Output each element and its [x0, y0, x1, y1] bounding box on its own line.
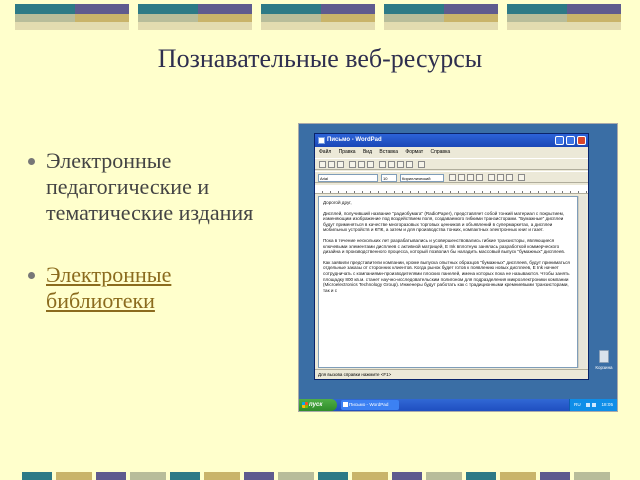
bullet-text: Электронные педагогические и тематически…: [46, 148, 254, 225]
menu-item-file[interactable]: Файл: [319, 149, 331, 155]
taskbar-button-label: Письмо - WordPad: [349, 402, 389, 407]
doc-paragraph: Как заявили представители компании, кром…: [323, 259, 570, 293]
bullet-dot-icon: [28, 272, 35, 279]
recycle-bin[interactable]: Корзина: [593, 350, 615, 370]
decor-segment: [170, 472, 200, 480]
menu-item-edit[interactable]: Правка: [339, 149, 356, 155]
decor-block: [507, 4, 621, 30]
wordpad-task-icon: [343, 402, 348, 407]
desktop: Письмо - WordPad Файл Правка Вид Вставка…: [299, 124, 617, 399]
decor-segment: [352, 472, 388, 480]
ruler[interactable]: [315, 185, 588, 194]
decor-segment: [500, 472, 536, 480]
bullet-dot-icon: [28, 158, 35, 165]
slide-title: Познавательные веб-ресурсы: [157, 44, 483, 73]
system-tray: RU 18:05: [569, 399, 617, 411]
script-select[interactable]: Кириллический: [400, 174, 444, 182]
window-titlebar: Письмо - WordPad: [315, 134, 588, 147]
windows-logo-icon: [302, 402, 308, 408]
bold-icon[interactable]: [449, 174, 456, 181]
decor-segment: [466, 472, 496, 480]
decor-block: [384, 4, 498, 30]
font-color-icon[interactable]: [476, 174, 483, 181]
paste-icon[interactable]: [397, 161, 404, 168]
wordpad-screenshot: Письмо - WordPad Файл Правка Вид Вставка…: [298, 123, 618, 412]
taskbar-button-wordpad[interactable]: Письмо - WordPad: [341, 400, 399, 410]
font-size-select[interactable]: 10: [381, 174, 397, 182]
minimize-icon[interactable]: [555, 136, 564, 145]
align-left-icon[interactable]: [488, 174, 495, 181]
find-icon[interactable]: [367, 161, 374, 168]
bullet-item: Электронные педагогические и тематически…: [28, 148, 258, 226]
tray-icon[interactable]: [586, 403, 590, 407]
recycle-bin-label: Корзина: [595, 365, 613, 370]
decor-block: [15, 4, 129, 30]
decor-segment: [204, 472, 240, 480]
open-folder-icon[interactable]: [328, 161, 335, 168]
decor-segment: [22, 472, 52, 480]
standard-toolbar: [315, 158, 588, 170]
window-title: Письмо - WordPad: [327, 137, 382, 143]
insert-date-icon[interactable]: [418, 161, 425, 168]
close-icon[interactable]: [577, 136, 586, 145]
format-toolbar: Arial 10 Кириллический: [315, 171, 588, 183]
doc-paragraph: Дорогой друг,: [323, 200, 352, 205]
menu-item-insert[interactable]: Вставка: [379, 149, 398, 155]
start-button[interactable]: пуск: [299, 399, 337, 411]
wordpad-window: Письмо - WordPad Файл Правка Вид Вставка…: [314, 133, 589, 380]
bullets-icon[interactable]: [518, 174, 525, 181]
decor-segment: [574, 472, 610, 480]
doc-paragraph: Пока в течение нескольких лет разрабатыв…: [323, 237, 566, 255]
italic-icon[interactable]: [458, 174, 465, 181]
decor-segment: [278, 472, 314, 480]
taskbar: пуск Письмо - WordPad RU 18:05: [299, 399, 617, 411]
underline-icon[interactable]: [467, 174, 474, 181]
top-decorative-bars: [0, 4, 640, 34]
decor-segment: [426, 472, 462, 480]
menu-item-view[interactable]: Вид: [363, 149, 372, 155]
menu-bar: Файл Правка Вид Вставка Формат Справка: [315, 148, 588, 157]
bottom-decorative-bars: [0, 472, 640, 480]
decor-block: [261, 4, 375, 30]
electronic-libraries-link[interactable]: Электронные библиотеки: [46, 262, 171, 313]
decor-segment: [130, 472, 166, 480]
decor-segment: [318, 472, 348, 480]
font-name-select[interactable]: Arial: [318, 174, 378, 182]
align-center-icon[interactable]: [497, 174, 504, 181]
language-indicator[interactable]: RU: [574, 399, 581, 411]
recycle-bin-icon: [599, 350, 609, 363]
clock: 18:05: [601, 402, 614, 407]
decor-segment: [96, 472, 126, 480]
print-icon[interactable]: [349, 161, 356, 168]
start-label: пуск: [309, 402, 323, 408]
document-area[interactable]: Дорогой друг, Дисплей, получивший назван…: [318, 196, 578, 368]
decor-segment: [244, 472, 274, 480]
cut-icon[interactable]: [379, 161, 386, 168]
menu-item-format[interactable]: Формат: [405, 149, 423, 155]
new-document-icon[interactable]: [319, 161, 326, 168]
tray-icon[interactable]: [592, 403, 596, 407]
menu-item-help[interactable]: Справка: [431, 149, 451, 155]
bullet-list: Электронные педагогические и тематически…: [28, 148, 258, 314]
decor-segment: [392, 472, 422, 480]
doc-paragraph: Дисплей, получивший название "радиобумаг…: [323, 210, 565, 233]
decor-segment: [540, 472, 570, 480]
maximize-icon[interactable]: [566, 136, 575, 145]
copy-icon[interactable]: [388, 161, 395, 168]
decor-segment: [56, 472, 92, 480]
bullet-item-link: Электронные библиотеки: [28, 262, 258, 314]
save-icon[interactable]: [337, 161, 344, 168]
status-bar: Для вызова справки нажмите <F1>: [315, 369, 588, 379]
print-preview-icon[interactable]: [358, 161, 365, 168]
align-right-icon[interactable]: [506, 174, 513, 181]
vertical-scrollbar[interactable]: [578, 196, 586, 368]
undo-icon[interactable]: [406, 161, 413, 168]
wordpad-app-icon: [318, 137, 325, 144]
decor-block: [138, 4, 252, 30]
